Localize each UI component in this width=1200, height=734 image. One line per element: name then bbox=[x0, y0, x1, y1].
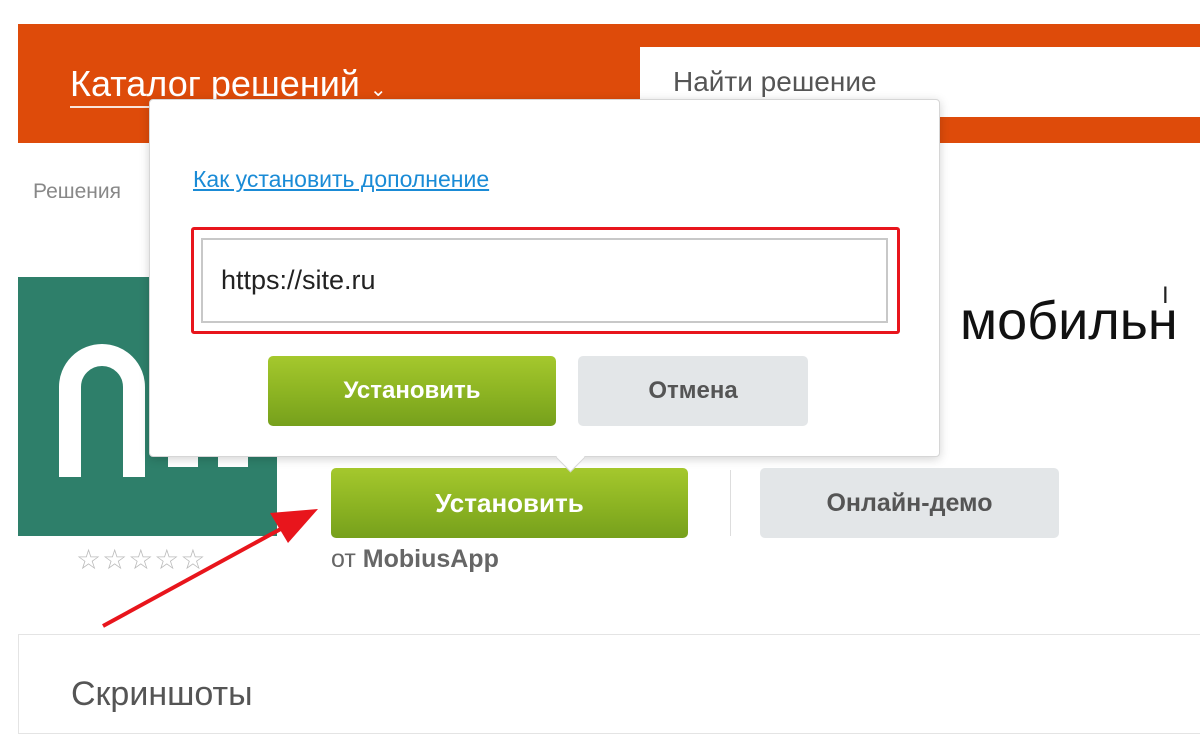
help-link[interactable]: Как установить дополнение bbox=[193, 166, 489, 193]
install-popup: Как установить дополнение Установить Отм… bbox=[149, 99, 940, 473]
site-url-input[interactable] bbox=[201, 238, 888, 323]
popup-cancel-button[interactable]: Отмена bbox=[578, 356, 808, 426]
url-highlight bbox=[191, 227, 900, 334]
popup-install-button[interactable]: Установить bbox=[268, 356, 556, 426]
